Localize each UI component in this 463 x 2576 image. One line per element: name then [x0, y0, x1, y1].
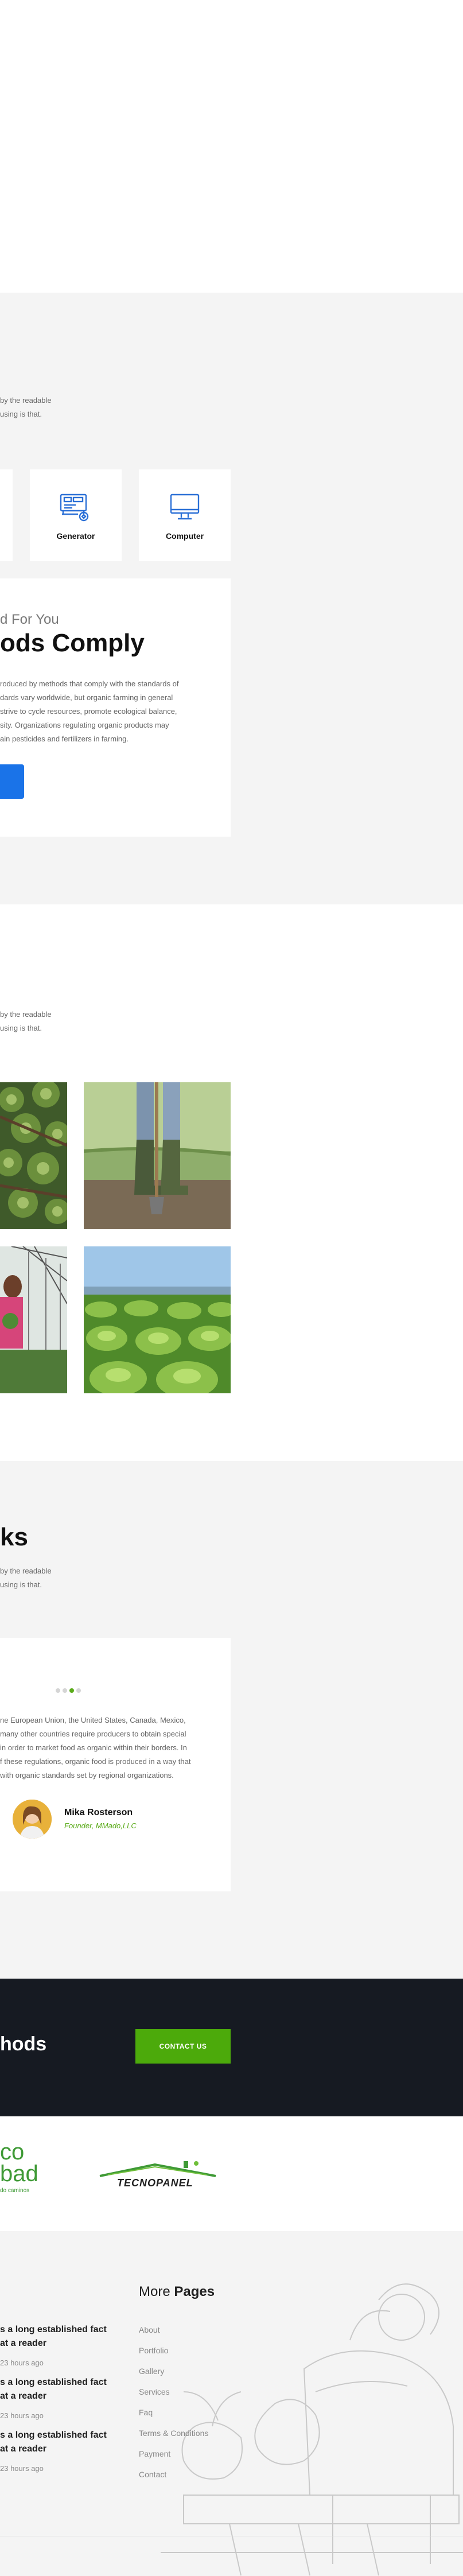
generator-icon — [60, 494, 89, 522]
greenhouse-woman-photo[interactable] — [0, 1246, 67, 1393]
info-body-line: roduced by methods that comply with the … — [0, 679, 179, 688]
footer-link-payment[interactable]: Payment — [139, 2449, 170, 2458]
feature-card-partial[interactable] — [0, 469, 13, 561]
footer-link-about[interactable]: About — [139, 2325, 160, 2334]
footer-link-services[interactable]: Services — [139, 2387, 170, 2396]
carousel-dot-active[interactable] — [69, 1688, 74, 1693]
section-intro-line: by the readable — [0, 396, 52, 405]
partner-logo-ecobad[interactable]: co bad do caminos — [0, 2140, 52, 2209]
section-intro-line: by the readable — [0, 1010, 52, 1019]
footer-link-contact[interactable]: Contact — [139, 2470, 166, 2479]
carousel-dot[interactable] — [76, 1688, 81, 1693]
cta-heading: hods — [0, 2033, 47, 2055]
logo-text: TECNOPANEL — [117, 2177, 193, 2189]
logo-tagline: do caminos — [0, 2188, 30, 2194]
partner-logo-tecnopanel[interactable]: TECNOPANEL — [98, 2161, 218, 2196]
footer-post-time: 23 hours ago — [0, 2359, 44, 2367]
title-light: More — [139, 2284, 170, 2299]
lettuce-field-image — [84, 1246, 231, 1393]
feature-card-computer[interactable]: Computer — [139, 469, 231, 561]
logo-text: co — [0, 2139, 25, 2165]
section-intro-line: using is that. — [0, 410, 42, 418]
quote-line: ne European Union, the United States, Ca… — [0, 1716, 186, 1724]
gallery-section: by the readable using is that. — [0, 904, 463, 1461]
footer-link-terms[interactable]: Terms & Conditions — [139, 2429, 208, 2438]
footer-link-portfolio[interactable]: Portfolio — [139, 2346, 168, 2355]
read-more-button[interactable] — [0, 764, 24, 799]
features-section: by the readable using is that. Generator — [0, 293, 463, 904]
cta-section: hods CONTACT US — [0, 1979, 463, 2116]
testimonials-heading: ks — [0, 1523, 28, 1551]
section-intro-line: by the readable — [0, 1567, 52, 1575]
footer-post-title[interactable]: s a long established fact at a reader — [0, 2429, 126, 2456]
title-bold: Pages — [174, 2284, 215, 2299]
section-intro-line: using is that. — [0, 1024, 42, 1032]
contact-us-button[interactable]: CONTACT US — [135, 2029, 231, 2064]
feature-info-card: d For You ods Comply roduced by methods … — [0, 578, 231, 837]
more-pages-title: More Pages — [139, 2284, 215, 2300]
post-title-line: at a reader — [0, 2338, 46, 2348]
footer-post-time: 23 hours ago — [0, 2411, 44, 2420]
partners-section: co bad do caminos TECNOPANEL — [0, 2116, 463, 2231]
computer-icon — [170, 494, 200, 520]
info-heading: ods Comply — [0, 629, 145, 657]
testimonials-section: ks by the readable using is that. ne Eur… — [0, 1461, 463, 1979]
author-name: Mika Rosterson — [64, 1808, 133, 1817]
farmer-boots-photo[interactable] — [84, 1082, 231, 1229]
info-body-line: strive to cycle resources, promote ecolo… — [0, 707, 177, 716]
greenhouse-woman-image — [0, 1246, 67, 1393]
farmer-boots-image — [84, 1082, 231, 1229]
post-title-line: s a long established fact — [0, 2377, 107, 2387]
footer-post-title[interactable]: s a long established fact at a reader — [0, 2376, 126, 2403]
logo-text: bad — [0, 2161, 38, 2186]
footer-link-faq[interactable]: Faq — [139, 2408, 153, 2417]
footer-post-title[interactable]: s a long established fact at a reader — [0, 2323, 126, 2350]
quote-line: in order to market food as organic withi… — [0, 1743, 187, 1752]
info-body-line: sity. Organizations regulating organic p… — [0, 721, 169, 729]
author-avatar-image — [13, 1800, 52, 1839]
section-intro-line: using is that. — [0, 1580, 42, 1589]
info-body-line: dards vary worldwide, but organic farmin… — [0, 693, 173, 702]
post-title-line: at a reader — [0, 2444, 46, 2454]
post-title-line: s a long established fact — [0, 2325, 107, 2334]
footer-section: s a long established fact at a reader 23… — [0, 2231, 463, 2576]
vegetables-sketch-decoration — [161, 2283, 463, 2576]
carousel-dot[interactable] — [56, 1688, 60, 1693]
feature-card-label: Generator — [56, 531, 95, 541]
cabbage-field-image — [0, 1082, 67, 1229]
carousel-dot[interactable] — [63, 1688, 67, 1693]
info-kicker: d For You — [0, 612, 59, 627]
footer-link-gallery[interactable]: Gallery — [139, 2367, 164, 2376]
quote-line: f these regulations, organic food is pro… — [0, 1757, 191, 1766]
lettuce-field-photo[interactable] — [84, 1246, 231, 1393]
cabbage-field-photo[interactable] — [0, 1082, 67, 1229]
info-body-line: ain pesticides and fertilizers in farmin… — [0, 735, 129, 743]
quote-line: many other countries require producers t… — [0, 1730, 186, 1738]
testimonial-card: ne European Union, the United States, Ca… — [0, 1638, 231, 1891]
post-title-line: at a reader — [0, 2391, 46, 2401]
post-title-line: s a long established fact — [0, 2430, 107, 2440]
footer-post-time: 23 hours ago — [0, 2464, 44, 2473]
avatar — [13, 1800, 52, 1839]
author-role: Founder, MMado,LLC — [64, 1821, 137, 1830]
carousel-dots — [56, 1688, 81, 1693]
feature-card-generator[interactable]: Generator — [30, 469, 122, 561]
feature-card-label: Computer — [165, 531, 204, 541]
quote-line: with organic standards set by regional o… — [0, 1771, 174, 1780]
